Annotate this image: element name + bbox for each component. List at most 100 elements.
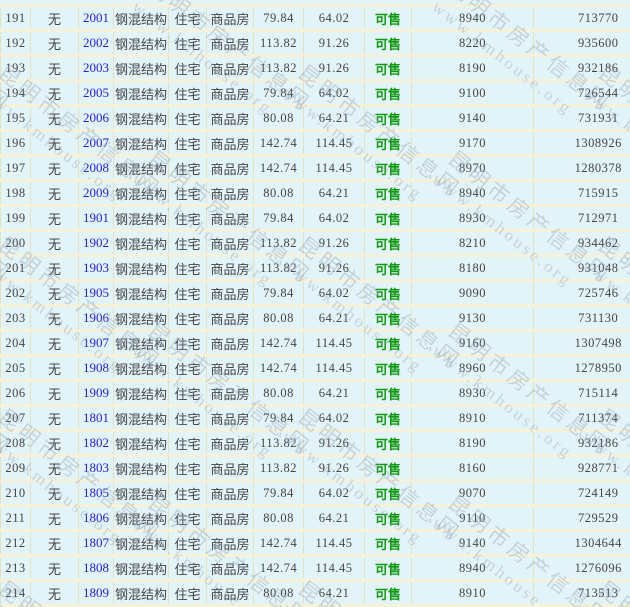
cell-seq: 200 (1, 231, 31, 256)
cell-seq: 205 (1, 356, 31, 381)
unit-number-link[interactable]: 1803 (79, 456, 114, 481)
cell-type: 商品房 (207, 381, 254, 406)
cell-price: 9140 (412, 106, 534, 131)
cell-area: 113.82 (254, 456, 304, 481)
table-row: 202 无 1905 钢混结构 住宅 商品房 79.84 64.02 可售 90… (1, 281, 630, 306)
unit-number-link[interactable]: 1807 (79, 531, 114, 556)
cell-inner-area: 91.26 (304, 431, 365, 456)
cell-seq: 210 (1, 481, 31, 506)
unit-number-link[interactable]: 2002 (79, 31, 114, 56)
table-row: 196 无 2007 钢混结构 住宅 商品房 142.74 114.45 可售 … (1, 131, 630, 156)
unit-number-link[interactable]: 1901 (79, 206, 114, 231)
cell-type: 商品房 (207, 31, 254, 56)
status-badge: 可售 (365, 556, 412, 581)
cell-structure: 钢混结构 (114, 556, 169, 581)
unit-number-link[interactable]: 1902 (79, 231, 114, 256)
status-badge: 可售 (365, 581, 412, 606)
cell-type: 商品房 (207, 556, 254, 581)
status-badge: 可售 (365, 56, 412, 81)
cell-type: 商品房 (207, 256, 254, 281)
cell-area: 80.08 (254, 381, 304, 406)
cell-price: 8180 (412, 256, 534, 281)
cell-none: 无 (31, 331, 79, 356)
unit-number-link[interactable]: 1907 (79, 331, 114, 356)
status-badge: 可售 (365, 31, 412, 56)
cell-inner-area: 64.02 (304, 406, 365, 431)
status-badge: 可售 (365, 106, 412, 131)
cell-seq: 198 (1, 181, 31, 206)
cell-type: 商品房 (207, 206, 254, 231)
table-row: 213 无 1808 钢混结构 住宅 商品房 142.74 114.45 可售 … (1, 556, 630, 581)
unit-number-link[interactable]: 1805 (79, 481, 114, 506)
status-badge: 可售 (365, 81, 412, 106)
cell-none: 无 (31, 256, 79, 281)
cell-inner-area: 114.45 (304, 531, 365, 556)
cell-none: 无 (31, 56, 79, 81)
cell-none: 无 (31, 531, 79, 556)
table-row: 209 无 1803 钢混结构 住宅 商品房 113.82 91.26 可售 8… (1, 456, 630, 481)
cell-type: 商品房 (207, 406, 254, 431)
unit-number-link[interactable]: 1808 (79, 556, 114, 581)
cell-inner-area: 91.26 (304, 456, 365, 481)
unit-number-link[interactable]: 2003 (79, 56, 114, 81)
cell-type: 商品房 (207, 181, 254, 206)
cell-use: 住宅 (169, 206, 207, 231)
cell-none: 无 (31, 556, 79, 581)
unit-number-link[interactable]: 1905 (79, 281, 114, 306)
unit-number-link[interactable]: 1909 (79, 381, 114, 406)
cell-area: 142.74 (254, 531, 304, 556)
cell-type: 商品房 (207, 106, 254, 131)
cell-inner-area: 91.26 (304, 231, 365, 256)
cell-inner-area: 64.21 (304, 581, 365, 606)
cell-seq: 206 (1, 381, 31, 406)
unit-number-link[interactable]: 2008 (79, 156, 114, 181)
cell-total: 731931 (534, 106, 630, 131)
unit-number-link[interactable]: 2005 (79, 81, 114, 106)
unit-number-link[interactable]: 2001 (79, 7, 114, 31)
cell-inner-area: 64.02 (304, 481, 365, 506)
cell-seq: 196 (1, 131, 31, 156)
unit-number-link[interactable]: 1903 (79, 256, 114, 281)
unit-number-link[interactable]: 1806 (79, 506, 114, 531)
cell-total: 731130 (534, 306, 630, 331)
unit-number-link[interactable]: 1908 (79, 356, 114, 381)
cell-total: 725746 (534, 281, 630, 306)
unit-number-link[interactable]: 1802 (79, 431, 114, 456)
cell-structure: 钢混结构 (114, 181, 169, 206)
unit-number-link[interactable]: 2006 (79, 106, 114, 131)
table-row: 206 无 1909 钢混结构 住宅 商品房 80.08 64.21 可售 89… (1, 381, 630, 406)
cell-seq: 212 (1, 531, 31, 556)
cell-structure: 钢混结构 (114, 231, 169, 256)
cell-inner-area: 64.21 (304, 506, 365, 531)
cell-structure: 钢混结构 (114, 431, 169, 456)
table-row: 214 无 1809 钢混结构 住宅 商品房 80.08 64.21 可售 89… (1, 581, 630, 606)
cell-use: 住宅 (169, 556, 207, 581)
status-badge: 可售 (365, 506, 412, 531)
cell-seq: 199 (1, 206, 31, 231)
unit-number-link[interactable]: 1809 (79, 581, 114, 606)
cell-seq: 197 (1, 156, 31, 181)
table-row: 208 无 1802 钢混结构 住宅 商品房 113.82 91.26 可售 8… (1, 431, 630, 456)
cell-price: 8940 (412, 7, 534, 31)
cell-seq: 194 (1, 81, 31, 106)
cell-total: 935600 (534, 31, 630, 56)
cell-type: 商品房 (207, 306, 254, 331)
status-badge: 可售 (365, 281, 412, 306)
unit-number-link[interactable]: 2009 (79, 181, 114, 206)
cell-seq: 214 (1, 581, 31, 606)
cell-inner-area: 64.02 (304, 81, 365, 106)
cell-price: 8190 (412, 56, 534, 81)
cell-total: 715114 (534, 381, 630, 406)
unit-number-link[interactable]: 1801 (79, 406, 114, 431)
cell-seq: 208 (1, 431, 31, 456)
status-badge: 可售 (365, 231, 412, 256)
cell-area: 142.74 (254, 131, 304, 156)
status-badge: 可售 (365, 206, 412, 231)
unit-number-link[interactable]: 1906 (79, 306, 114, 331)
cell-seq: 195 (1, 106, 31, 131)
cell-structure: 钢混结构 (114, 481, 169, 506)
unit-number-link[interactable]: 2007 (79, 131, 114, 156)
cell-price: 8930 (412, 206, 534, 231)
cell-none: 无 (31, 431, 79, 456)
status-badge: 可售 (365, 456, 412, 481)
